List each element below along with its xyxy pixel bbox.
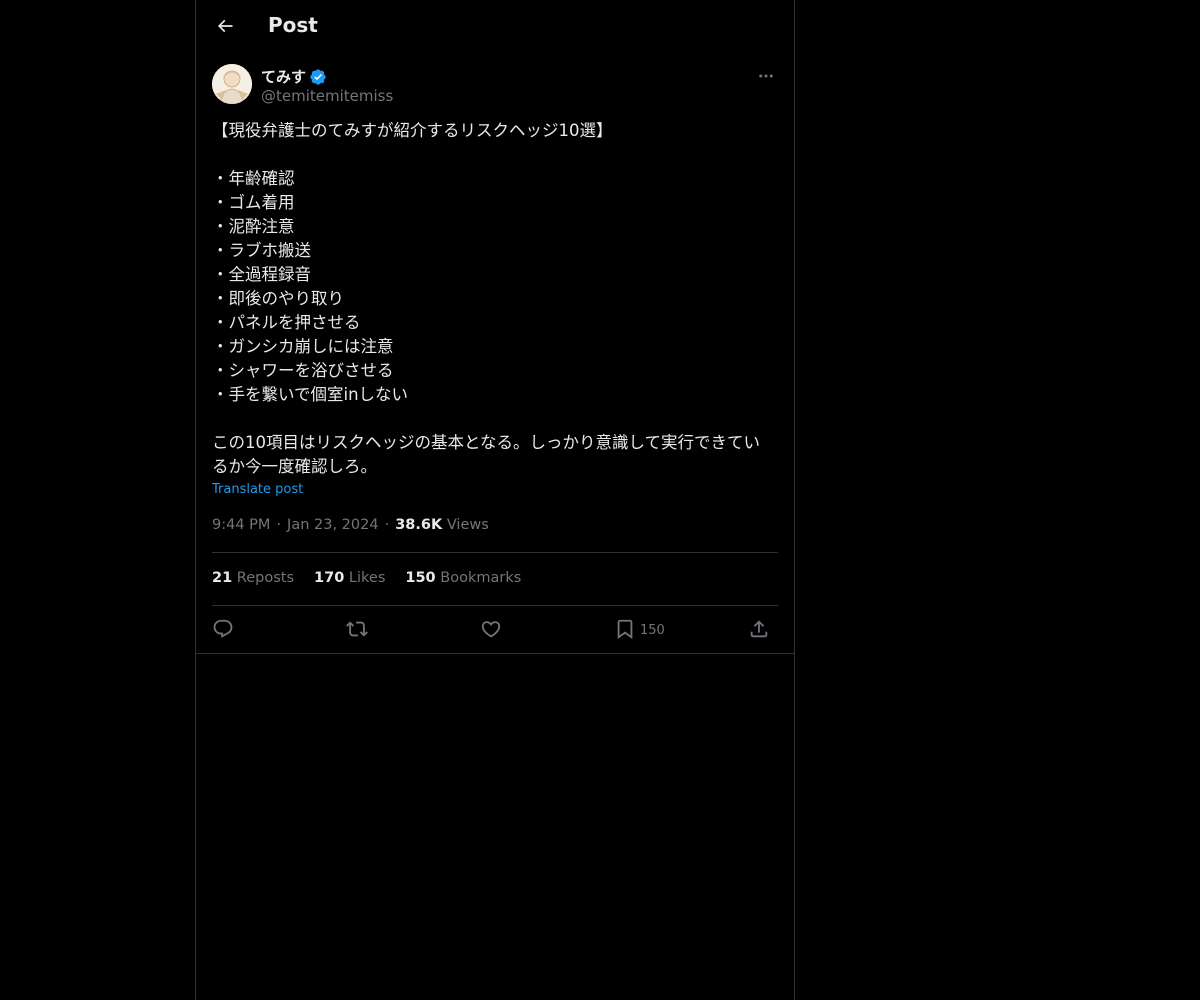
avatar-illustration	[212, 64, 252, 104]
arrow-left-icon	[217, 19, 233, 33]
post-line	[212, 407, 778, 431]
author-display-name[interactable]: てみす	[261, 66, 327, 87]
reply-icon	[213, 619, 233, 638]
post-line: ・即後のやり取り	[212, 289, 344, 308]
share-button[interactable]	[748, 616, 770, 642]
post-line: ・ゴム着用	[212, 193, 295, 212]
post-line: ・シャワーを浴びさせる	[212, 361, 394, 380]
more-options-button[interactable]	[754, 64, 778, 88]
like-button[interactable]	[480, 616, 502, 642]
bookmark-count: 150	[640, 623, 665, 638]
likes-count: 170	[314, 570, 345, 586]
verified-badge-icon	[310, 68, 326, 85]
author-handle[interactable]: @temitemitemiss	[261, 87, 393, 105]
post-line	[212, 143, 778, 167]
reply-button[interactable]	[212, 616, 234, 642]
display-name-text: てみす	[261, 68, 307, 86]
repost-button[interactable]	[346, 616, 368, 642]
meta-separator: ·	[276, 517, 282, 533]
post-text: 【現役弁護士のてみすが紹介するリスクヘッジ10選】 ・年齢確認 ・ゴム着用 ・泥…	[212, 119, 778, 479]
post-meta: 9:44 PM · Jan 23, 2024 · 38.6K Views	[212, 517, 489, 533]
post-line: ・年齢確認	[212, 169, 295, 188]
primary-column: Post てみす @temitemitemiss 【現役弁護士のてみすが紹介する…	[195, 0, 795, 1000]
translate-post-link[interactable]: Translate post	[212, 482, 303, 497]
post-date[interactable]: Jan 23, 2024	[287, 517, 379, 533]
post-bottom-border	[196, 653, 794, 654]
share-icon	[750, 620, 768, 638]
bookmark-button[interactable]: 150	[614, 616, 665, 642]
post-stats: 21 Reposts 170 Likes 150 Bookmarks	[212, 570, 541, 586]
post-line: ・ガンシカ崩しには注意	[212, 337, 394, 356]
reposts-label: Reposts	[236, 570, 295, 586]
post-line: 【現役弁護士のてみすが紹介するリスクヘッジ10選】	[212, 121, 613, 140]
reposts-count: 21	[212, 570, 233, 586]
post-line: ・全過程録音	[212, 265, 311, 284]
bookmarks-label: Bookmarks	[440, 570, 522, 586]
likes-stat[interactable]: 170 Likes	[314, 570, 385, 586]
post-line: ・手を繋いで個室inしない	[212, 385, 409, 404]
avatar[interactable]	[212, 64, 252, 104]
reposts-stat[interactable]: 21 Reposts	[212, 570, 294, 586]
meta-separator: ·	[384, 517, 390, 533]
page-header: Post	[196, 0, 794, 53]
post-line: ・ラブホ搬送	[212, 241, 311, 260]
repost-icon	[346, 621, 368, 637]
page-title: Post	[268, 13, 318, 37]
post-time[interactable]: 9:44 PM	[212, 517, 270, 533]
views-label: Views	[446, 517, 489, 533]
bookmarks-count: 150	[405, 570, 436, 586]
bookmarks-stat[interactable]: 150 Bookmarks	[405, 570, 521, 586]
divider	[212, 552, 778, 553]
post-line: この10項目はリスクヘッジの基本となる。しっかり意識して実行できてい	[212, 433, 761, 452]
heart-icon	[481, 621, 501, 638]
post-line: ・泥酔注意	[212, 217, 295, 236]
post-author: てみす @temitemitemiss	[212, 64, 778, 108]
views-count: 38.6K	[395, 517, 443, 533]
post-line: るか今一度確認しろ。	[212, 457, 377, 476]
post-line: ・パネルを押させる	[212, 313, 361, 332]
back-button[interactable]	[208, 9, 242, 43]
divider	[212, 605, 778, 606]
post-actions: 150	[212, 616, 778, 642]
likes-label: Likes	[348, 570, 386, 586]
bookmark-icon	[617, 619, 633, 640]
more-horizontal-icon	[759, 74, 773, 78]
